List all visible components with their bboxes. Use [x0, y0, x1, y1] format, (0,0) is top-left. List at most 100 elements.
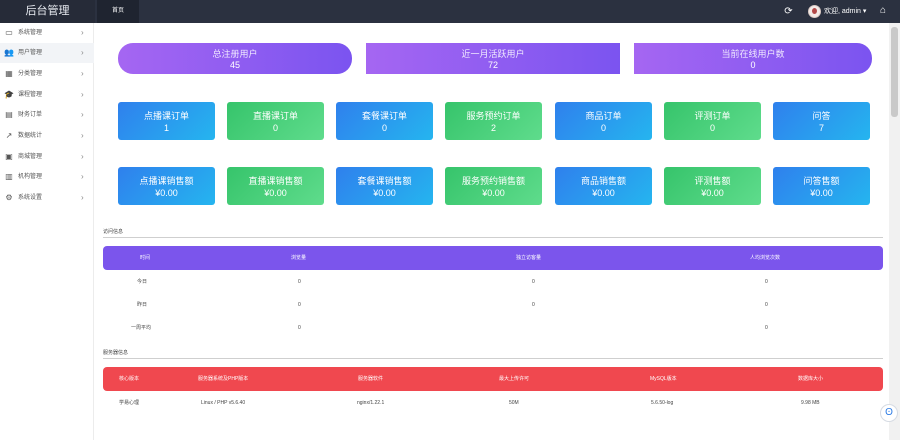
card-live-orders[interactable]: 直播课订单 0 — [227, 102, 324, 140]
sidebar-item-institution[interactable]: ▥ 机构管理 › — [0, 167, 94, 187]
users-icon: 👥 — [4, 48, 14, 57]
table-cell: 0 — [532, 279, 535, 285]
column-header: 浏览量 — [291, 255, 307, 261]
scrollbar-thumb[interactable] — [891, 27, 898, 117]
sidebar-item-finance[interactable]: ▤ 财务订单 › — [0, 105, 94, 125]
sidebar-item-label: 用户管理 — [18, 50, 43, 56]
sidebar-item-label: 商城管理 — [18, 154, 43, 160]
table-row: 昨日 0 0 0 — [103, 294, 883, 316]
column-header: 人均浏览次数 — [750, 255, 781, 261]
card-value: ¥0.00 — [482, 188, 505, 198]
avatar[interactable] — [808, 5, 821, 18]
card-title: 服务预约销售额 — [461, 176, 525, 186]
column-header: 数据库大小 — [798, 376, 824, 382]
card-assessment-orders[interactable]: 评测订单 0 — [664, 102, 761, 140]
card-title: 直播课订单 — [252, 111, 298, 121]
card-assessment-sales[interactable]: 评测售额 ¥0.00 — [664, 167, 761, 205]
card-value: ¥0.00 — [701, 188, 724, 198]
home-icon[interactable]: ⌂ — [878, 5, 888, 17]
sidebar-item-system[interactable]: ▭ 系统管理 › — [0, 23, 94, 43]
card-vod-orders[interactable]: 点播课订单 1 — [118, 102, 215, 140]
building-icon: ▥ — [5, 172, 13, 181]
chevron-right-icon: › — [81, 110, 84, 119]
top-navbar: 后台管理 首页 ⟳ 欢迎, admin ▾ ⌂ — [0, 0, 900, 23]
user-menu[interactable]: 欢迎, admin ▾ — [824, 0, 866, 23]
edge-widget-icon[interactable]: ʘ — [880, 404, 898, 422]
card-title: 问答 — [812, 111, 831, 121]
card-title: 套餐课销售额 — [357, 176, 412, 186]
divider — [103, 358, 883, 359]
card-title: 套餐课订单 — [361, 111, 407, 121]
chevron-right-icon: › — [81, 28, 84, 37]
card-value: 7 — [818, 123, 824, 133]
card-package-sales[interactable]: 套餐课销售额 ¥0.00 — [336, 167, 433, 205]
card-title: 点播课订单 — [143, 111, 189, 121]
stat-value: 72 — [487, 60, 498, 70]
table-cell: 今日 — [137, 279, 148, 285]
card-package-orders[interactable]: 套餐课订单 0 — [336, 102, 433, 140]
stat-total-users: 总注册用户 45 — [118, 43, 352, 74]
card-value: ¥0.00 — [155, 188, 178, 198]
card-value: 1 — [163, 123, 169, 133]
gear-icon: ⚙ — [5, 193, 13, 202]
column-header: 核心版本 — [119, 376, 140, 382]
sidebar-item-category[interactable]: ▦ 分类管理 › — [0, 64, 94, 84]
chevron-right-icon: › — [81, 131, 84, 140]
table-cell: 0 — [298, 325, 301, 331]
card-vod-sales[interactable]: 点播课销售额 ¥0.00 — [118, 167, 215, 205]
table-cell: 0 — [298, 302, 301, 308]
card-qa[interactable]: 问答 7 — [773, 102, 870, 140]
card-service-orders[interactable]: 服务预约订单 2 — [445, 102, 542, 140]
stat-title: 近一月活跃用户 — [461, 49, 525, 59]
table-cell: 昨日 — [137, 302, 148, 308]
sidebar-item-users[interactable]: 👥 用户管理 › — [0, 43, 94, 63]
column-header: 服务器系统及PHP版本 — [198, 376, 249, 382]
table-cell: 50M — [509, 400, 519, 406]
sidebar: ▭ 系统管理 › 👥 用户管理 › ▦ 分类管理 › 🎓 课程管理 › ▤ 财务… — [0, 23, 94, 440]
column-header: 独立访客量 — [516, 255, 542, 261]
chevron-right-icon: › — [81, 90, 84, 99]
sidebar-item-courses[interactable]: 🎓 课程管理 › — [0, 85, 94, 105]
table-cell: Linux / PHP v5.6.40 — [201, 400, 246, 406]
cart-icon: ▣ — [5, 152, 13, 161]
sidebar-item-settings[interactable]: ⚙ 系统设置 › — [0, 188, 94, 208]
vertical-scrollbar[interactable] — [889, 23, 900, 440]
section-title-server: 服务器信息 — [103, 350, 129, 356]
sidebar-item-label: 机构管理 — [18, 174, 43, 180]
chevron-right-icon: › — [81, 172, 84, 181]
table-row: 今日 0 0 0 — [103, 271, 883, 293]
chevron-right-icon: › — [81, 48, 84, 57]
card-value: 0 — [709, 123, 715, 133]
card-service-sales[interactable]: 服务预约销售额 ¥0.00 — [445, 167, 542, 205]
card-product-orders[interactable]: 商品订单 0 — [555, 102, 652, 140]
stat-value: 0 — [750, 60, 756, 70]
refresh-icon[interactable]: ⟳ — [783, 6, 794, 17]
divider — [103, 237, 883, 238]
column-header: 时间 — [140, 255, 151, 261]
card-value: 0 — [600, 123, 606, 133]
sidebar-item-mall[interactable]: ▣ 商城管理 › — [0, 147, 94, 167]
stat-monthly-active-users: 近一月活跃用户 72 — [366, 43, 620, 74]
sidebar-item-stats[interactable]: ↗ 数据统计 › — [0, 126, 94, 146]
table-cell: 一周平均 — [131, 325, 152, 331]
table-cell: 0 — [298, 279, 301, 285]
table-cell: 学易心理 — [119, 400, 140, 406]
card-title: 点播课销售额 — [139, 176, 194, 186]
stat-title: 总注册用户 — [212, 49, 258, 59]
card-qa-sales[interactable]: 问答售额 ¥0.00 — [773, 167, 870, 205]
table-cell: 0 — [765, 302, 768, 308]
grid-icon: ▦ — [5, 69, 13, 78]
stat-title: 当前在线用户数 — [721, 49, 785, 59]
table-cell: 0 — [765, 325, 768, 331]
card-live-sales[interactable]: 直播课销售额 ¥0.00 — [227, 167, 324, 205]
card-value: 0 — [381, 123, 387, 133]
table-cell: 5.6.50-log — [651, 400, 674, 406]
monitor-icon: ▭ — [5, 28, 13, 37]
card-value: ¥0.00 — [592, 188, 615, 198]
card-product-sales[interactable]: 商品销售额 ¥0.00 — [555, 167, 652, 205]
sidebar-item-label: 系统管理 — [18, 30, 43, 36]
chart-icon: ↗ — [5, 131, 13, 140]
table-row: 一周平均 0 0 — [103, 317, 883, 339]
tab-home[interactable]: 首页 — [97, 0, 139, 23]
sidebar-item-label: 数据统计 — [18, 133, 43, 139]
